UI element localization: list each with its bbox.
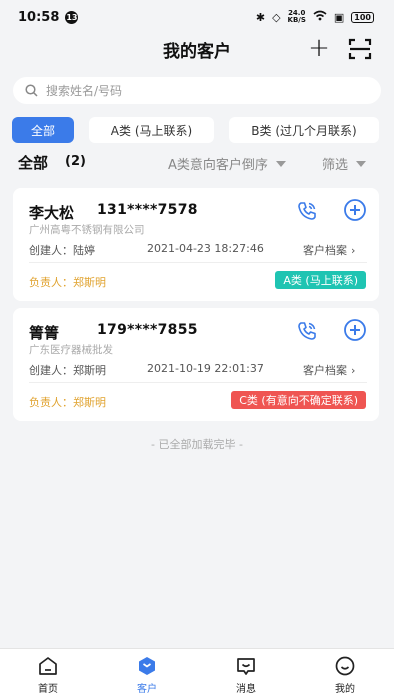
- divider: [29, 382, 367, 383]
- filter-chip-a[interactable]: A类 (马上联系): [89, 117, 214, 143]
- network-speed: 24.0 KB/S: [288, 10, 306, 24]
- profile-icon: [335, 656, 355, 676]
- notification-badge: 13: [65, 10, 79, 24]
- sort-label: A类意向客户倒序: [168, 158, 268, 173]
- scan-button[interactable]: [348, 37, 372, 61]
- customer-icon: [139, 657, 155, 675]
- customer-archive-link[interactable]: 客户档案 ›: [303, 242, 355, 258]
- nav-customers[interactable]: 客户: [122, 655, 172, 695]
- list-header: 全部 (2) A类意向客户倒序 筛选: [0, 152, 394, 174]
- archive-label: 客户档案: [303, 244, 347, 257]
- add-followup-icon[interactable]: [343, 198, 367, 222]
- sim-icon: ▣: [333, 10, 345, 24]
- owner-label: 负责人：郑斯明: [29, 396, 106, 409]
- status-time: 10:58: [18, 9, 60, 25]
- created-date: 2021-04-23 18:27:46: [147, 242, 264, 255]
- message-icon: [237, 658, 255, 675]
- customer-name: 箐箐: [29, 324, 60, 342]
- speed-unit: KB/S: [287, 16, 306, 24]
- customer-company: 广州高粤不锈钢有限公司: [29, 224, 145, 236]
- page-title: 我的客户: [163, 41, 231, 62]
- bluetooth-icon: ✱: [255, 10, 266, 24]
- search-icon: [25, 84, 38, 97]
- customer-phone: 131****7578: [97, 202, 198, 218]
- customer-name: 李大松: [29, 204, 75, 222]
- filter-dropdown[interactable]: 筛选: [322, 154, 367, 173]
- battery-indicator: 100: [351, 11, 374, 23]
- wifi-icon: [313, 10, 327, 24]
- search-bar: [13, 77, 381, 104]
- filter-chip-all[interactable]: 全部: [12, 117, 74, 143]
- nav-profile-label: 我的: [335, 684, 355, 695]
- add-customer-button[interactable]: +: [306, 33, 332, 63]
- section-label: 全部: [18, 154, 49, 172]
- list-end-text: - 已全部加载完毕 -: [151, 438, 243, 451]
- owner-label: 负责人：郑斯明: [29, 276, 106, 289]
- nav-customers-label: 客户: [137, 684, 157, 695]
- nav-profile[interactable]: 我的: [320, 655, 370, 695]
- customer-count: (2): [65, 154, 86, 169]
- status-bar: 10:58 13 ✱ ◇ 24.0 KB/S ▣ 100: [0, 0, 394, 34]
- category-filter-chips: 全部 A类 (马上联系) B类 (过几个月联系): [12, 117, 394, 143]
- scan-icon: [348, 38, 372, 60]
- archive-label: 客户档案: [303, 364, 347, 377]
- creator-label: 创建人：陆婷: [29, 244, 95, 257]
- divider: [29, 262, 367, 263]
- nav-home-label: 首页: [38, 684, 58, 695]
- home-icon: [39, 657, 57, 675]
- caret-down-icon: [356, 160, 367, 167]
- category-tag: C类 (有意向不确定联系): [231, 391, 366, 409]
- caret-down-icon: [275, 160, 286, 167]
- bottom-nav: 首页 客户 消息 我的: [0, 648, 394, 700]
- filter-label: 筛选: [322, 158, 349, 173]
- signal-icon: ◇: [272, 10, 281, 24]
- customer-archive-link[interactable]: 客户档案 ›: [303, 362, 355, 378]
- customer-card[interactable]: 李大松 131****7578 广州高粤不锈钢有限公司 创建人：陆婷 2021-…: [13, 188, 379, 301]
- call-icon[interactable]: [296, 320, 318, 342]
- add-followup-icon[interactable]: [343, 318, 367, 342]
- customer-company: 广东医疗器械批发: [29, 344, 113, 356]
- creator-label: 创建人：郑斯明: [29, 364, 106, 377]
- plus-icon: +: [308, 33, 330, 63]
- call-icon[interactable]: [296, 200, 318, 222]
- nav-messages-label: 消息: [236, 684, 256, 695]
- filter-chip-b[interactable]: B类 (过几个月联系): [229, 117, 379, 143]
- sort-dropdown[interactable]: A类意向客户倒序: [168, 154, 286, 173]
- customer-card[interactable]: 箐箐 179****7855 广东医疗器械批发 创建人：郑斯明 2021-10-…: [13, 308, 379, 421]
- category-tag: A类 (马上联系): [275, 271, 366, 289]
- chevron-right-icon: ›: [351, 243, 356, 257]
- chevron-right-icon: ›: [351, 363, 356, 377]
- nav-home[interactable]: 首页: [23, 655, 73, 695]
- app-header: 我的客户 +: [0, 34, 394, 64]
- search-input[interactable]: [46, 83, 346, 98]
- customer-phone: 179****7855: [97, 322, 198, 338]
- created-date: 2021-10-19 22:01:37: [147, 362, 264, 375]
- nav-messages[interactable]: 消息: [221, 655, 271, 695]
